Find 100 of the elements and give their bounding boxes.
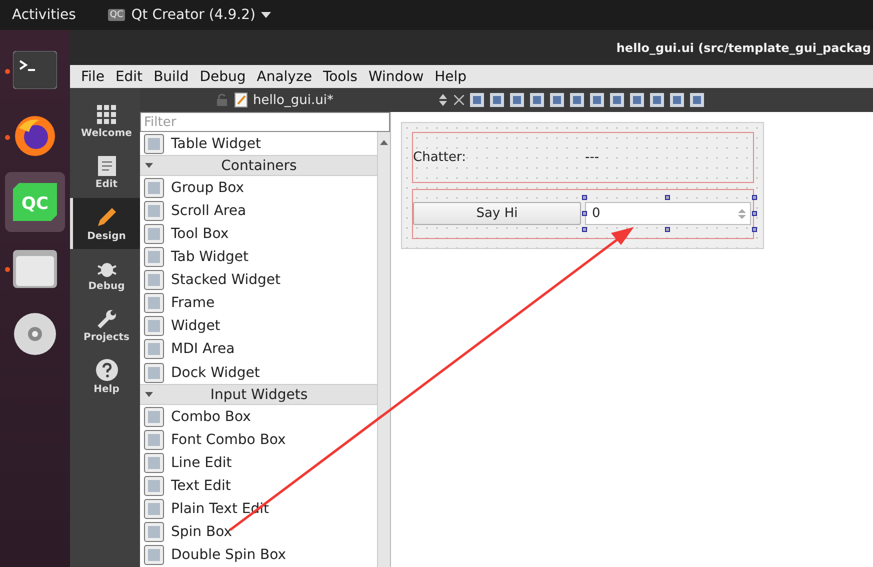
widget-list-item[interactable]: Spin Box [140,520,377,544]
widget-icon [144,499,164,520]
widget-icon [144,270,164,290]
window-title: hello_gui.ui (src/template_gui_packag [616,40,871,54]
widget-icon [144,476,164,496]
widget-icon [144,362,164,383]
layout-tool-icon[interactable] [570,93,584,107]
widget-list-item[interactable]: Font Combo Box [140,428,377,452]
widget-list-item[interactable]: Tool Box [140,222,377,246]
layout-tool-icon[interactable] [590,93,604,107]
menu-item[interactable]: Tools [318,68,362,84]
selection-handle[interactable] [582,211,587,216]
layout-tool-icon[interactable] [610,93,624,107]
layout-tool-icon[interactable] [650,93,664,107]
chatter-label: Chatter: [413,150,467,165]
document-icon [98,156,116,176]
mode-button[interactable]: Welcome [70,96,140,147]
menu-item[interactable]: Build [148,68,194,84]
widget-list-item[interactable]: MDI Area [140,338,377,362]
say-hi-button[interactable]: Say Hi [413,202,581,226]
file-icon [234,92,248,108]
layout-tool-icon[interactable] [490,93,504,107]
mode-button[interactable]: Help [70,351,140,402]
widget-icon [144,178,164,198]
category-header[interactable]: Containers [140,155,377,176]
widget-icon [144,522,164,542]
selection-handle[interactable] [582,227,587,232]
help-icon [96,358,118,380]
chatter-value: --- [585,150,600,165]
app-menu[interactable]: Qt Creator (4.9.2) [131,7,256,23]
widget-icon [144,246,164,267]
widget-icon [144,339,164,360]
widget-icon [144,430,164,450]
category-label: Containers [220,158,298,174]
app-icon: QC [108,9,126,21]
lock-icon [215,93,229,107]
menu-item[interactable]: File [76,68,110,84]
filter-field[interactable]: Filter [140,112,390,132]
mode-button[interactable]: Edit [70,147,140,198]
selection-handle[interactable] [752,227,757,232]
widget-list-item[interactable]: Text Edit [140,474,377,498]
mode-button[interactable]: Design [70,198,140,249]
widget-list-item[interactable]: Double Spin Box [140,544,377,567]
activities-button[interactable]: Activities [0,7,90,23]
widget-icon [144,200,164,221]
editor-tab[interactable]: hello_gui.ui* [253,92,334,108]
wrench-icon [96,308,116,328]
layout-tool-icon[interactable] [510,93,524,107]
widget-list-item[interactable]: Frame [140,292,377,315]
widget-list-item[interactable]: Line Edit [140,451,377,474]
layout-tool-icon[interactable] [690,93,704,107]
widget-icon [144,224,164,244]
widget-list-item[interactable]: Dock Widget [140,361,377,384]
grid-icon [96,104,116,124]
selection-handle[interactable] [582,195,587,200]
collapse-icon [145,392,153,398]
collapse-icon [145,163,153,168]
widget-list-item[interactable]: Scroll Area [140,199,377,222]
widget-icon [144,406,164,427]
widget-icon [144,545,164,566]
disc-icon [13,312,57,356]
browser-icon [13,114,57,158]
selection-handle[interactable] [665,195,670,200]
close-icon[interactable] [454,95,464,105]
widget-list-item[interactable]: Tab Widget [140,245,377,268]
layout-tool-icon[interactable] [670,93,684,107]
menu-item[interactable]: Window [363,68,429,84]
qt-creator-icon: QC [13,183,57,221]
spin-box[interactable]: 0 [585,202,751,226]
menu-item[interactable]: Debug [194,68,251,84]
layout-tool-icon[interactable] [630,93,644,107]
terminal-icon [13,51,57,89]
menu-item[interactable]: Help [430,68,472,84]
scroll-up-icon[interactable] [380,140,388,145]
dropdown-arrows-icon[interactable] [438,94,447,106]
category-header[interactable]: Input Widgets [140,384,377,405]
selection-handle[interactable] [752,211,757,216]
selection-handle[interactable] [752,195,757,200]
mode-button[interactable]: Debug [70,249,140,300]
widget-icon [144,316,164,336]
widget-icon [144,134,164,154]
widget-icon [144,293,164,314]
widget-list-item[interactable]: Combo Box [140,405,377,428]
widget-list-item[interactable]: Table Widget [140,132,377,156]
widget-list-item[interactable]: Group Box [140,176,377,200]
scrollbar[interactable] [377,132,390,567]
layout-tool-icon[interactable] [470,93,484,107]
widget-list-item[interactable]: Stacked Widget [140,268,377,292]
menu-item[interactable]: Analyze [252,68,317,84]
widget-list-item[interactable]: Widget [140,314,377,338]
menu-item[interactable]: Edit [110,68,148,84]
mode-button[interactable]: Projects [70,300,140,351]
layout-tool-icon[interactable] [550,93,564,107]
layout-tool-icon[interactable] [530,93,544,107]
pencil-icon [96,206,118,228]
caret-icon [261,12,272,18]
folder-icon [13,248,57,288]
category-label: Input Widgets [209,386,309,403]
selection-handle[interactable] [665,227,670,232]
widget-icon [144,452,164,473]
